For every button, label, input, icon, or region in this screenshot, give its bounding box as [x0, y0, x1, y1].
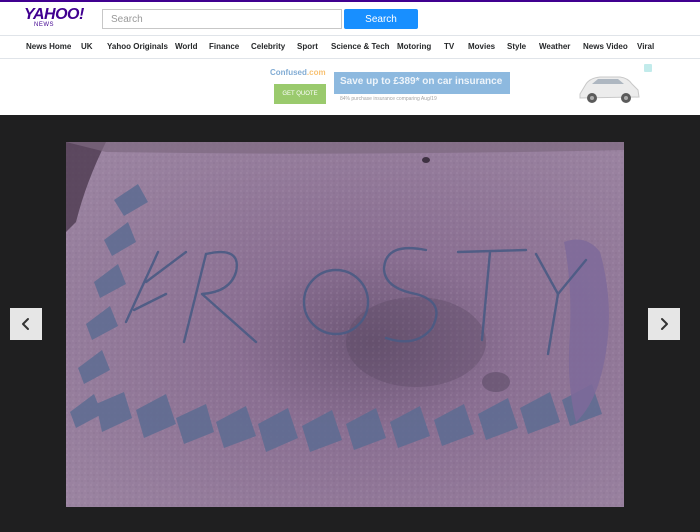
nav-item-motoring[interactable]: Motoring	[397, 42, 431, 51]
nav-item-finance[interactable]: Finance	[209, 42, 239, 51]
car-icon	[579, 76, 640, 103]
chevron-right-icon	[661, 318, 668, 330]
main-nav: News Home UK Yahoo Originals World Finan…	[0, 35, 700, 59]
yahoo-news-logo[interactable]: YAHOO! NEWS	[24, 6, 84, 30]
ad-subtext: 84% purchase insurance comparing Aug/19	[340, 96, 437, 102]
search-input[interactable]	[102, 9, 342, 29]
nav-item-celebrity[interactable]: Celebrity	[251, 42, 285, 51]
nav-item-sport[interactable]: Sport	[297, 42, 318, 51]
nav-item-viral[interactable]: Viral	[637, 42, 654, 51]
nav-item-world[interactable]: World	[175, 42, 198, 51]
advertisement[interactable]: Confused.com GET QUOTE Save up to £389* …	[268, 62, 654, 111]
nav-item-yahoo-originals[interactable]: Yahoo Originals	[107, 42, 168, 51]
header: YAHOO! NEWS Search	[0, 2, 700, 35]
ad-banner-area: Confused.com GET QUOTE Save up to £389* …	[0, 59, 700, 115]
nav-item-uk[interactable]: UK	[81, 42, 93, 51]
nav-item-news-video[interactable]: News Video	[583, 42, 628, 51]
chevron-left-icon	[22, 318, 29, 330]
search-button[interactable]: Search	[344, 9, 418, 29]
gallery-photo	[66, 142, 624, 507]
frosty-windshield-image	[66, 142, 624, 507]
ad-cta-button[interactable]: GET QUOTE	[274, 84, 326, 104]
nav-item-tv[interactable]: TV	[444, 42, 454, 51]
ad-headline: Save up to £389* on car insurance	[340, 76, 503, 87]
ad-choices-icon[interactable]	[644, 64, 652, 72]
next-photo-button[interactable]	[648, 308, 680, 340]
nav-item-movies[interactable]: Movies	[468, 42, 495, 51]
previous-photo-button[interactable]	[10, 308, 42, 340]
logo-subtitle: NEWS	[34, 22, 54, 28]
logo-wordmark: YAHOO!	[24, 6, 84, 23]
nav-item-science-tech[interactable]: Science & Tech	[331, 42, 390, 51]
nav-item-news-home[interactable]: News Home	[26, 42, 71, 51]
nav-item-style[interactable]: Style	[507, 42, 526, 51]
nav-item-weather[interactable]: Weather	[539, 42, 570, 51]
ad-brand: Confused.com	[270, 68, 326, 77]
